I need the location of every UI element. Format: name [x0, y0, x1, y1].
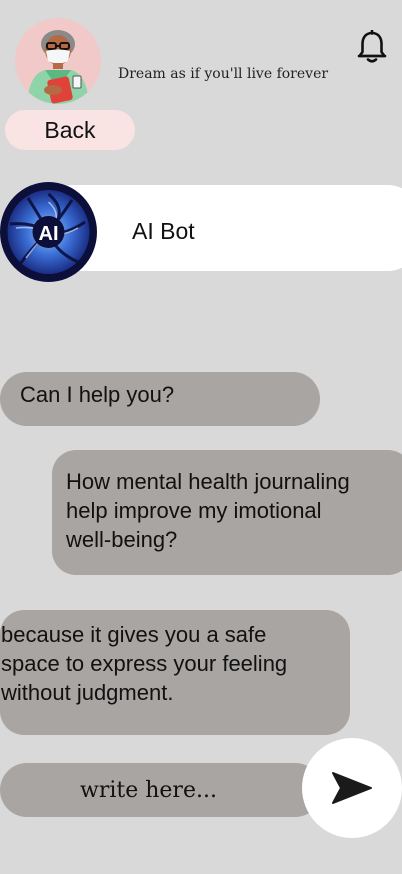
back-button[interactable]: Back — [5, 110, 135, 150]
bell-icon[interactable] — [356, 29, 388, 64]
avatar[interactable] — [15, 18, 101, 104]
send-icon — [332, 772, 372, 804]
message-bot-1: Can I help you? — [0, 372, 320, 426]
message-user-1: How mental health journaling help improv… — [52, 450, 402, 575]
send-button[interactable] — [302, 738, 402, 838]
message-bot-2: because it gives you a safe space to exp… — [0, 610, 350, 735]
bot-name: AI Bot — [132, 218, 195, 244]
ai-logo-text: AI — [39, 223, 59, 245]
doctor-avatar-icon — [15, 18, 101, 104]
message-input[interactable] — [20, 763, 302, 817]
header-quote: Dream as if you'll live forever — [118, 66, 329, 82]
ai-bot-logo-icon: AI — [0, 182, 97, 282]
